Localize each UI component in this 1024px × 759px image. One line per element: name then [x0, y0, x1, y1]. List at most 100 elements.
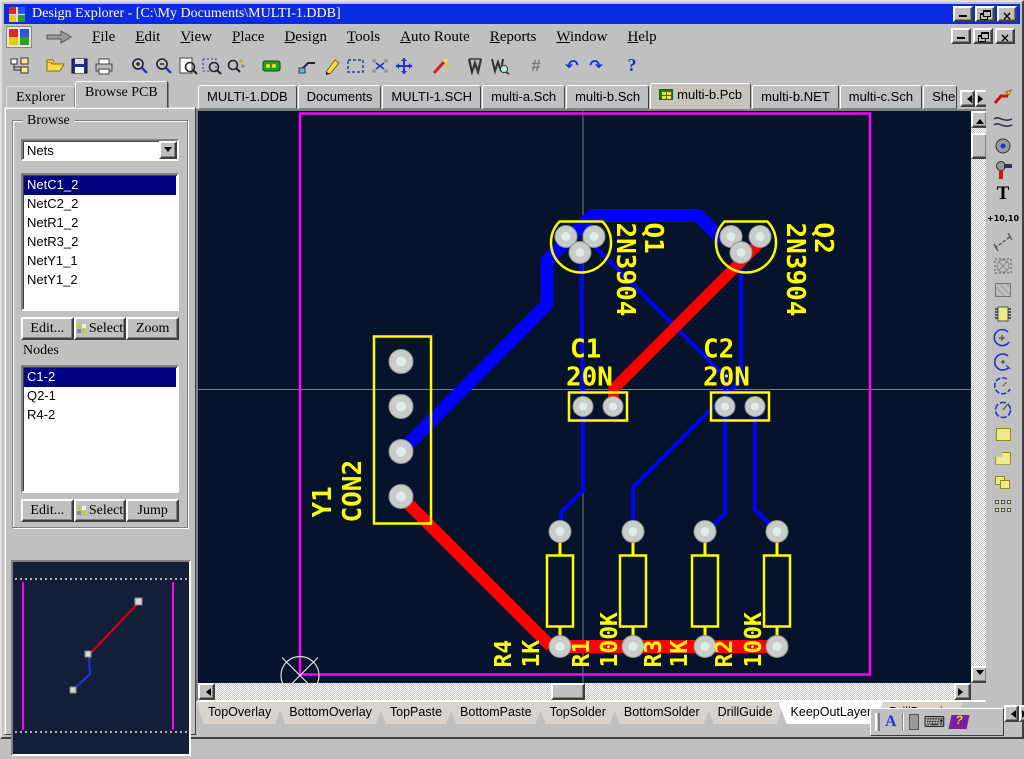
node-item[interactable]: Q2-1	[24, 387, 176, 406]
save-button[interactable]	[68, 55, 92, 77]
label-r4-value[interactable]: 1K	[519, 640, 545, 668]
place-coax-button[interactable]	[989, 110, 1017, 134]
doc-tab-multi1ddb[interactable]: MULTI-1.DDB	[198, 85, 297, 109]
horizontal-scrollbar[interactable]	[198, 683, 971, 700]
layer-tab-toppaste[interactable]: TopPaste	[378, 702, 454, 724]
label-r2-ref[interactable]: R2	[712, 640, 738, 668]
node-edit-button[interactable]: Edit...	[21, 499, 74, 522]
menu-help[interactable]: Help	[617, 27, 666, 48]
doc-tab-multi1sch[interactable]: MULTI-1.SCH	[382, 85, 481, 109]
label-r1-ref[interactable]: R1	[569, 640, 595, 668]
help-button[interactable]: ?	[620, 55, 644, 77]
print-button[interactable]	[92, 55, 116, 77]
close-button[interactable]: ×	[997, 6, 1017, 22]
place-fill-region-button[interactable]	[989, 254, 1017, 278]
layer-tab-topoverlay[interactable]: TopOverlay	[196, 702, 283, 724]
text-find-button[interactable]: A	[885, 713, 897, 731]
label-c2-value[interactable]: 20N	[703, 363, 750, 393]
place-coordinate-button[interactable]: +10,10	[989, 206, 1017, 230]
child-close-button[interactable]: ×	[995, 28, 1015, 44]
pcb-canvas[interactable]: Q1 2N3904 Q2 2N3904 C1 20N C2 20N Y1 CON…	[198, 111, 971, 683]
zoom-out-button[interactable]	[152, 55, 176, 77]
place-arc-edge-button[interactable]	[989, 326, 1017, 350]
label-r3-ref[interactable]: R3	[641, 640, 667, 668]
layer-tab-drillguide[interactable]: DrillGuide	[706, 702, 785, 724]
place-arc-angle-button[interactable]	[989, 374, 1017, 398]
place-text-button[interactable]: T	[989, 182, 1017, 206]
layer-tab-bottomsolder[interactable]: BottomSolder	[612, 702, 712, 724]
toggle-panel-button[interactable]	[8, 55, 32, 77]
menu-view[interactable]: View	[170, 27, 222, 48]
layer-tabs-scroll-right-button[interactable]	[1019, 705, 1024, 722]
layer-tabs-scroll-left-button[interactable]	[1004, 705, 1019, 722]
keepout-boundary[interactable]	[300, 114, 870, 675]
netlist-button[interactable]	[464, 55, 488, 77]
menu-window[interactable]: Window	[546, 27, 617, 48]
probe-tool-button[interactable]	[296, 55, 320, 77]
cursor-tool-button[interactable]	[909, 714, 919, 730]
combo-dropdown-button[interactable]	[159, 141, 177, 159]
menu-autoroute[interactable]: Auto Route	[390, 27, 480, 48]
label-q1-value[interactable]: 2N3904	[610, 223, 640, 317]
node-item[interactable]: C1-2	[24, 368, 176, 387]
trace-c1-r4[interactable]	[561, 409, 583, 530]
label-r3-value[interactable]: 1K	[667, 640, 693, 668]
place-circle-button[interactable]	[989, 398, 1017, 422]
place-track-button[interactable]	[989, 86, 1017, 110]
board-wizard-button[interactable]	[260, 55, 284, 77]
label-r2-value[interactable]: 100K	[741, 612, 767, 668]
net-item[interactable]: NetC2_2	[24, 195, 176, 214]
doc-tab-documents[interactable]: Documents	[298, 85, 382, 109]
menu-design[interactable]: Design	[274, 27, 337, 48]
node-jump-button[interactable]: Jump	[126, 499, 179, 522]
grid-toggle-button[interactable]: #	[524, 55, 548, 77]
place-component-button[interactable]	[989, 302, 1017, 326]
place-pad-button[interactable]	[989, 134, 1017, 158]
document-icon[interactable]	[6, 26, 32, 48]
doc-tab-multi-c-sch[interactable]: multi-c.Sch	[840, 85, 922, 109]
doc-tab-multi-b-sch[interactable]: multi-b.Sch	[566, 85, 649, 109]
scroll-right-button[interactable]	[954, 683, 971, 700]
doc-tab-multi-b-pcb[interactable]: multi-b.Pcb	[650, 83, 751, 109]
redo-button[interactable]: ↷	[584, 55, 608, 77]
place-via-button[interactable]	[989, 158, 1017, 182]
net-item[interactable]: NetR1_2	[24, 214, 176, 233]
nets-list[interactable]: NetC1_2 NetC2_2 NetR1_2 NetR3_2 NetY1_1 …	[21, 173, 179, 311]
trace-y1-r4-red[interactable]	[401, 497, 551, 647]
menu-reports[interactable]: Reports	[480, 27, 547, 48]
pads[interactable]	[389, 226, 788, 658]
node-select-button[interactable]: Select	[74, 499, 127, 522]
pcb-component-r1[interactable]	[620, 535, 646, 644]
scroll-left-button[interactable]	[198, 683, 215, 700]
label-r1-value[interactable]: 100K	[597, 612, 623, 668]
label-q1-ref[interactable]: Q1	[638, 223, 668, 254]
explorer-dropdown-arrow[interactable]	[42, 28, 76, 46]
label-y1-value[interactable]: CON2	[338, 460, 368, 523]
trace-c2-r2[interactable]	[755, 409, 777, 532]
place-fill-button[interactable]	[989, 422, 1017, 446]
net-item[interactable]: NetY1_2	[24, 271, 176, 290]
horizontal-scroll-thumb[interactable]	[551, 683, 585, 700]
zoom-area-button[interactable]	[200, 55, 224, 77]
draw-line-button[interactable]	[320, 55, 344, 77]
keyboard-button[interactable]: ⌨	[924, 713, 946, 731]
label-c2-ref[interactable]: C2	[703, 335, 734, 365]
node-item[interactable]: R4-2	[24, 406, 176, 425]
net-zoom-button[interactable]: Zoom	[126, 317, 179, 340]
pcb-component-r2[interactable]	[764, 535, 790, 644]
label-y1-ref[interactable]: Y1	[308, 486, 338, 517]
place-polygon-plane-button[interactable]	[989, 278, 1017, 302]
net-item[interactable]: NetY1_1	[24, 252, 176, 271]
label-q2-ref[interactable]: Q2	[808, 223, 838, 254]
place-arc-center-button[interactable]	[989, 350, 1017, 374]
menu-tools[interactable]: Tools	[337, 27, 390, 48]
title-bar[interactable]: Design Explorer - [C:\My Documents\MULTI…	[4, 4, 1020, 24]
trace-c2-r3[interactable]	[707, 409, 725, 532]
move-button[interactable]	[392, 55, 416, 77]
place-polygon-button[interactable]	[989, 446, 1017, 470]
label-q2-value[interactable]: 2N3904	[780, 223, 810, 317]
pcb-component-r3[interactable]	[692, 535, 718, 644]
layer-tab-keepoutlayer[interactable]: KeepOutLayer	[779, 702, 884, 724]
zoom-in-button[interactable]	[128, 55, 152, 77]
layer-tab-bottomoverlay[interactable]: BottomOverlay	[277, 702, 384, 724]
